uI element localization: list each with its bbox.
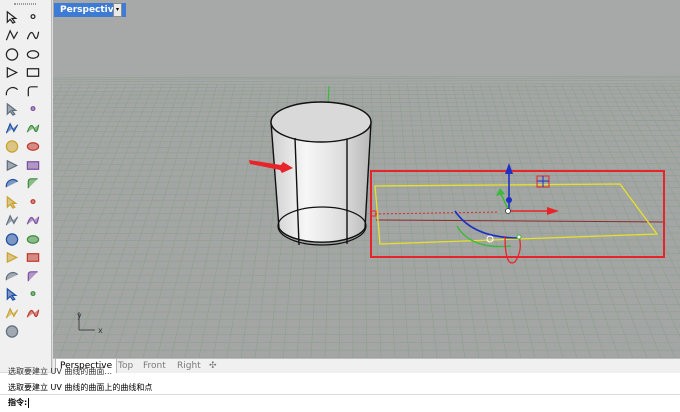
split-icon[interactable] <box>3 194 21 210</box>
fillet-icon[interactable] <box>24 83 42 99</box>
axis-x-label: x <box>98 326 103 335</box>
box-icon[interactable] <box>3 120 21 136</box>
sphere-icon[interactable] <box>24 120 42 136</box>
perspective-viewport[interactable]: y x <box>53 0 680 358</box>
tab-right[interactable]: Right <box>177 359 201 374</box>
paint-icon[interactable] <box>3 324 21 340</box>
transform-icon[interactable] <box>3 231 21 247</box>
tab-top[interactable]: Top <box>118 359 133 374</box>
tab-front[interactable]: Front <box>143 359 166 374</box>
viewport-background <box>53 0 680 80</box>
hatch-icon[interactable] <box>24 250 42 266</box>
polygon-icon[interactable] <box>3 65 21 81</box>
render-icon[interactable] <box>24 287 42 303</box>
command-prompt-row: 指令: <box>0 394 680 412</box>
viewport-menu-dropdown[interactable]: ▾ <box>113 3 122 17</box>
polyline-icon[interactable] <box>3 28 21 44</box>
toolbar-grip[interactable] <box>14 3 36 5</box>
curve-icon[interactable] <box>24 28 42 44</box>
text-caret <box>28 398 29 408</box>
analyze-icon[interactable] <box>3 287 21 303</box>
tab-add-icon[interactable]: ✣ <box>209 359 217 374</box>
mesh-icon[interactable] <box>3 250 21 266</box>
command-history-line: 选取要建立 UV 曲线的曲面... <box>8 367 113 376</box>
ellipse-icon[interactable] <box>24 46 42 62</box>
left-toolbar <box>0 0 52 372</box>
material-icon[interactable] <box>24 305 42 321</box>
command-history-line: 选取要建立 UV 曲线的曲面上的曲线和点 <box>8 383 153 392</box>
axis-y-label: y <box>77 311 82 320</box>
arc-icon[interactable] <box>3 83 21 99</box>
circle-icon[interactable] <box>3 46 21 62</box>
check-icon[interactable] <box>3 305 21 321</box>
extrude-icon[interactable] <box>24 102 42 118</box>
array-icon[interactable] <box>24 231 42 247</box>
viewport-tabs: Perspective Top Front Right ✣ <box>53 358 680 374</box>
rectangle-icon[interactable] <box>24 65 42 81</box>
boolean-icon[interactable] <box>3 157 21 173</box>
cylinder-object[interactable] <box>270 101 372 246</box>
grid-icon[interactable] <box>3 268 21 284</box>
layer-icon[interactable] <box>24 268 42 284</box>
select-arrow-icon[interactable] <box>3 9 21 25</box>
viewport-scene[interactable]: y x <box>53 0 680 358</box>
text-icon[interactable] <box>3 213 21 229</box>
plane-icon[interactable] <box>24 139 42 155</box>
trim-icon[interactable] <box>24 176 42 192</box>
explode-icon[interactable] <box>24 157 42 173</box>
join-icon[interactable] <box>3 176 21 192</box>
cylinder-icon[interactable] <box>3 139 21 155</box>
loft-icon[interactable] <box>3 102 21 118</box>
command-prompt-label: 指令: <box>8 398 28 407</box>
command-input[interactable] <box>28 396 668 410</box>
point-icon[interactable] <box>24 9 42 25</box>
dimension-icon[interactable] <box>24 213 42 229</box>
move-icon[interactable] <box>24 194 42 210</box>
